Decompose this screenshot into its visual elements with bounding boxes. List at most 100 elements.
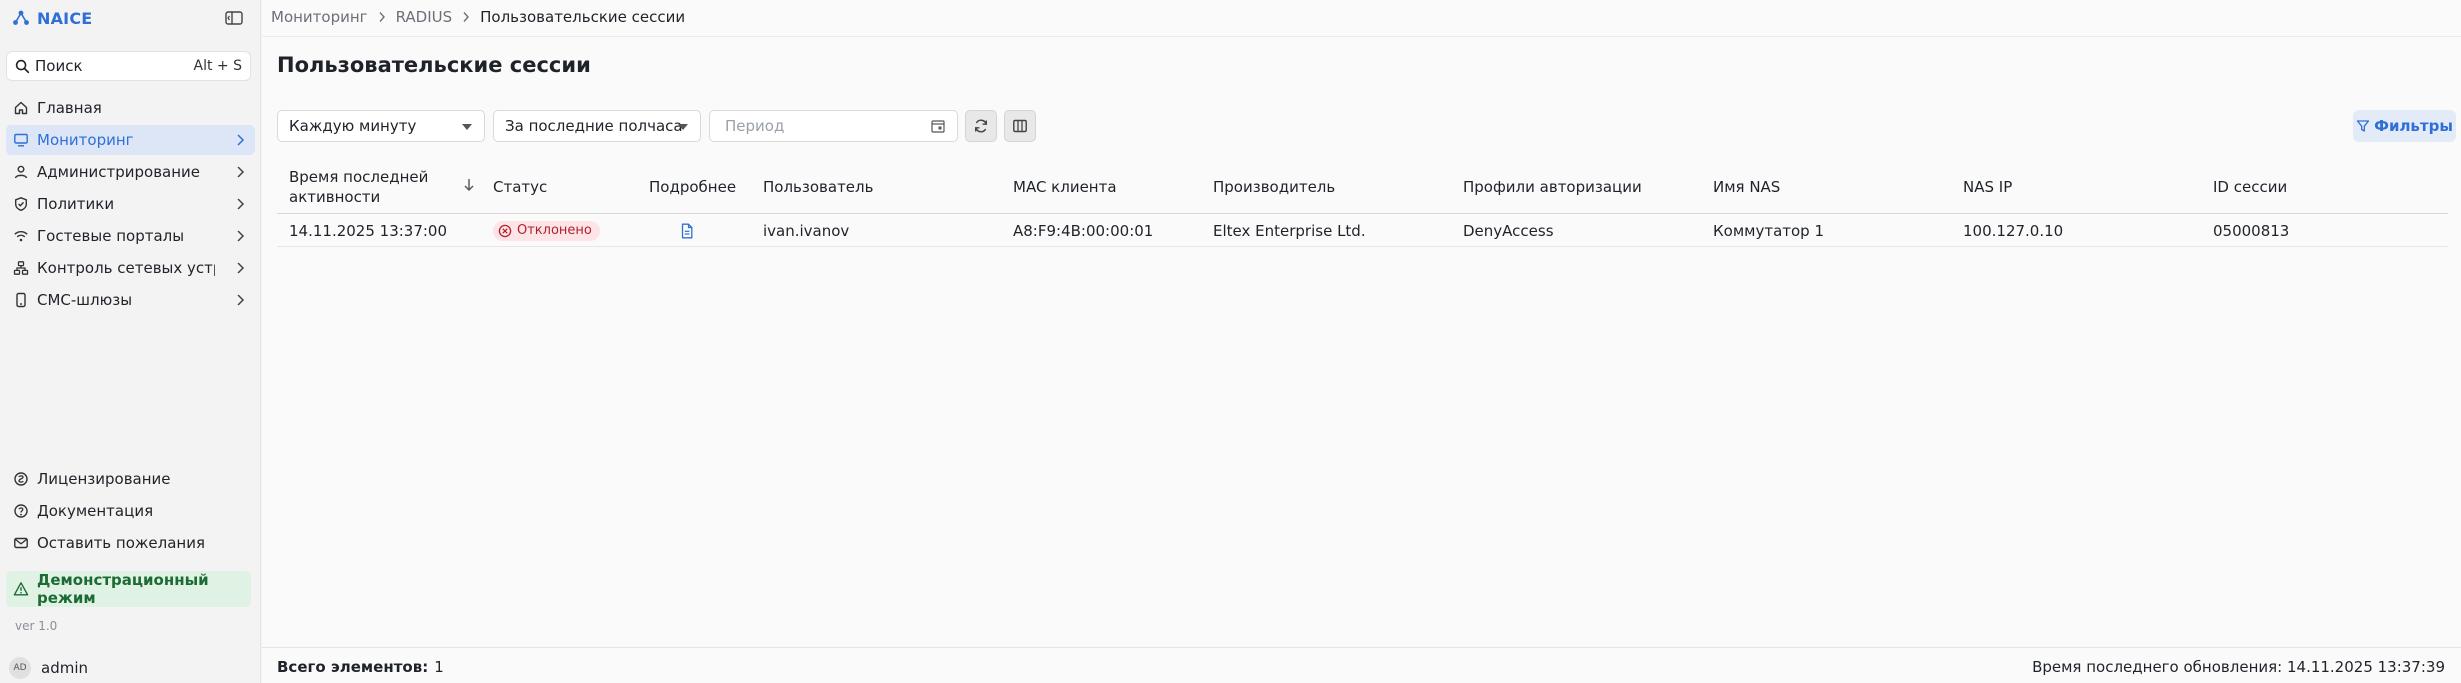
column-header-status[interactable]: Статус	[493, 159, 547, 214]
column-header-label: Статус	[493, 177, 548, 196]
search-input[interactable]: Поиск Alt + S	[6, 51, 251, 81]
network-icon	[13, 261, 29, 275]
search-label: Поиск	[35, 57, 83, 75]
status-label: Отклонено	[517, 223, 592, 238]
toolbar: Каждую минуту За последние полчаса Перио…	[277, 110, 2456, 142]
column-header-label: Имя NAS	[1713, 177, 1781, 196]
app-logo[interactable]: NAICE	[12, 7, 252, 29]
cell-vendor: Eltex Enterprise Ltd.	[1213, 221, 1366, 240]
refresh-interval-value: Каждую минуту	[289, 117, 417, 135]
time-range-value: За последние полчаса	[505, 117, 683, 135]
phone-icon	[16, 292, 26, 308]
cell-session-id: 05000813	[2213, 221, 2290, 240]
app-version: ver 1.0	[15, 619, 58, 633]
total-count: Всего элементов: 1	[277, 658, 444, 676]
column-header-session-id[interactable]: ID сессии	[2213, 159, 2287, 214]
chevron-right-icon	[463, 12, 470, 22]
sidebar-item-documentation[interactable]: Документация	[6, 496, 255, 526]
columns-icon	[1013, 119, 1027, 133]
search-shortcut: Alt + S	[193, 58, 242, 74]
breadcrumb-item-current: Пользовательские сессии	[480, 8, 686, 26]
caret-down-icon	[462, 124, 472, 130]
column-header-user[interactable]: Пользователь	[763, 159, 873, 214]
sidebar-item-policies[interactable]: Политики	[6, 189, 255, 219]
help-icon	[14, 504, 28, 518]
chevron-right-icon	[237, 198, 245, 210]
sidebar-item-label: СМС-шлюзы	[37, 291, 133, 309]
sidebar-collapse-icon[interactable]	[224, 9, 244, 27]
demo-mode-label: Демонстрационный режим	[37, 571, 209, 607]
footer-divider	[262, 647, 2461, 648]
refresh-interval-select[interactable]: Каждую минуту	[277, 110, 485, 142]
total-value: 1	[434, 658, 444, 676]
calendar-icon[interactable]	[931, 119, 945, 133]
cell-user: ivan.ivanov	[763, 221, 850, 240]
username: admin	[41, 659, 88, 677]
avatar: AD	[9, 657, 31, 679]
column-header-details[interactable]: Подробнее	[649, 159, 736, 214]
filters-button[interactable]: Фильтры	[2353, 110, 2456, 142]
license-icon	[14, 472, 28, 486]
sidebar-item-home[interactable]: Главная	[6, 93, 255, 123]
sidebar-nav: Главная Мониторинг Администрирование Пол…	[0, 93, 261, 317]
sidebar-item-administration[interactable]: Администрирование	[6, 157, 255, 187]
sidebar-item-label: Администрирование	[37, 163, 201, 181]
page-title: Пользовательские сессии	[277, 53, 591, 77]
sidebar-item-label: Документация	[37, 502, 154, 520]
sidebar-item-monitoring[interactable]: Мониторинг	[6, 125, 255, 155]
breadcrumb-item-radius[interactable]: RADIUS	[396, 8, 453, 26]
column-header-last-activity[interactable]: Время последней активности	[289, 159, 474, 214]
filters-label: Фильтры	[2374, 117, 2453, 135]
sidebar-item-label: Политики	[37, 195, 115, 213]
sidebar-item-guest-portals[interactable]: Гостевые порталы	[6, 221, 255, 251]
wifi-icon	[14, 230, 28, 242]
cell-nas-name: Коммутатор 1	[1713, 221, 1825, 240]
user-icon	[14, 165, 28, 179]
home-icon	[14, 101, 28, 115]
column-header-nas-ip[interactable]: NAS IP	[1963, 159, 2012, 214]
app-name: NAICE	[37, 8, 93, 28]
refresh-button[interactable]	[965, 110, 997, 142]
chevron-right-icon	[379, 12, 385, 22]
total-label: Всего элементов:	[277, 658, 429, 676]
period-placeholder: Период	[725, 117, 785, 135]
cell-mac: A8:F9:4B:00:00:01	[1013, 221, 1154, 240]
main-content: Мониторинг RADIUS Пользовательские сесси…	[262, 0, 2461, 683]
search-icon	[15, 59, 30, 73]
sidebar-item-label: Контроль сетевых устро...	[37, 259, 215, 277]
sidebar-bottom-nav: Лицензирование Документация Оставить пож…	[0, 464, 261, 560]
column-header-nas-name[interactable]: Имя NAS	[1713, 159, 1780, 214]
sort-arrow-down-icon[interactable]	[463, 177, 475, 193]
sidebar-item-label: Лицензирование	[37, 470, 171, 488]
document-icon[interactable]	[680, 223, 694, 239]
sidebar-item-label: Гостевые порталы	[37, 227, 185, 245]
sidebar-item-feedback[interactable]: Оставить пожелания	[6, 528, 255, 558]
chevron-right-icon	[237, 166, 245, 178]
sidebar-item-network-devices[interactable]: Контроль сетевых устро...	[6, 253, 255, 283]
sidebar-item-label: Мониторинг	[37, 131, 134, 149]
table-row[interactable]: 14.11.2025 13:37:00 Отклонено ivan.ivano…	[277, 214, 2448, 247]
period-input[interactable]: Период	[709, 110, 958, 142]
breadcrumb-item-monitoring[interactable]: Мониторинг	[271, 8, 368, 26]
sidebar-item-label: Главная	[37, 99, 102, 117]
refresh-icon	[975, 119, 987, 133]
sidebar-item-licensing[interactable]: Лицензирование	[6, 464, 255, 494]
column-header-label: Подробнее	[649, 177, 737, 196]
breadcrumb: Мониторинг RADIUS Пользовательские сесси…	[271, 7, 685, 27]
time-range-select[interactable]: За последние полчаса	[493, 110, 701, 142]
cell-nas-ip: 100.127.0.10	[1963, 221, 2064, 240]
column-header-auth-profiles[interactable]: Профили авторизации	[1463, 159, 1642, 214]
column-header-vendor[interactable]: Производитель	[1213, 159, 1335, 214]
mail-icon	[14, 537, 28, 549]
chevron-right-icon	[237, 262, 245, 274]
columns-button[interactable]	[1004, 110, 1036, 142]
column-header-mac[interactable]: MAC клиента	[1013, 159, 1117, 214]
naice-logo-icon	[13, 10, 29, 25]
demo-mode-banner[interactable]: Демонстрационный режим	[6, 571, 251, 607]
column-header-label: ID сессии	[2213, 177, 2288, 196]
column-header-label: MAC клиента	[1013, 177, 1117, 196]
cell-details	[680, 214, 694, 247]
user-menu[interactable]: AD admin	[9, 656, 88, 680]
column-header-label: Производитель	[1213, 177, 1336, 196]
sidebar-item-sms-gateways[interactable]: СМС-шлюзы	[6, 285, 255, 315]
